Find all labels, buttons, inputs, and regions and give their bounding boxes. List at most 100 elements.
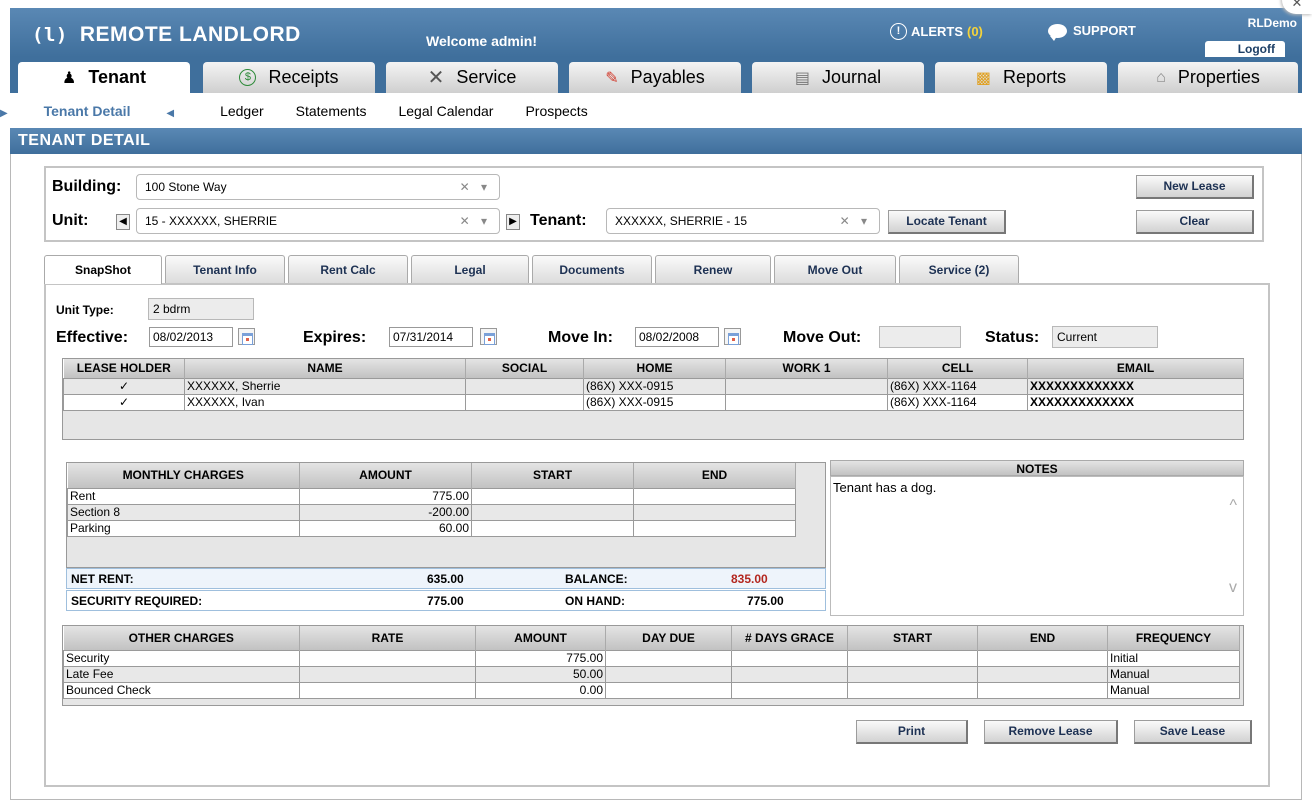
person-icon: ♟ [61,69,77,87]
calendar-icon[interactable] [480,328,497,345]
tools-icon: ✕ [427,67,445,89]
table-row[interactable]: Section 8 -200.00 [67,503,796,521]
tenant-select[interactable]: XXXXXX, SHERRIE - 15 ✕ ▾ [606,208,880,234]
username: RLDemo [1247,16,1297,30]
tab-reports[interactable]: ▩ Reports [935,62,1107,93]
app-name: REMOTE LANDLORD [79,23,301,46]
table-row[interactable]: Security 775.00 Initial [63,649,1240,667]
net-rent-label: NET RENT: [71,572,134,586]
security-row: SECURITY REQUIRED: 775.00 ON HAND: 775.0… [66,590,826,611]
security-required-label: SECURITY REQUIRED: [71,594,203,608]
building-label: Building: [52,178,122,195]
alerts-link[interactable]: ! ALERTS (0) [890,23,983,40]
lease-holders-table: LEASE HOLDER NAME SOCIAL HOME WORK 1 CEL… [62,358,1244,440]
status-value: Current [1052,326,1158,348]
clear-chevron-icon[interactable]: ✕ ▾ [840,209,871,233]
on-hand-label: ON HAND: [565,594,625,608]
support-link[interactable]: SUPPORT [1048,23,1136,41]
tab-service[interactable]: ✕ Service [386,62,558,93]
table-row[interactable]: ✓ XXXXXX, Ivan (86X) XXX-0915 (86X) XXX-… [63,393,1244,411]
dollar-icon: $ [239,69,257,86]
unit-type-value: 2 bdrm [148,298,254,320]
alert-icon: ! [890,23,907,40]
net-rent-value: 635.00 [427,572,464,586]
prev-unit-icon[interactable]: ◀ [116,214,130,230]
tab-tenant[interactable]: ♟ Tenant [18,62,190,93]
effective-date-input[interactable]: 08/02/2013 [149,327,233,347]
graph-icon: ▤ [794,69,811,87]
scroll-down-icon[interactable]: v [1229,579,1237,597]
unit-select[interactable]: 15 - XXXXXX, SHERRIE ✕ ▾ [136,208,500,234]
check-icon: ✓ [63,393,185,411]
clear-button[interactable]: Clear [1136,210,1254,234]
clear-chevron-icon[interactable]: ✕ ▾ [460,209,491,233]
tab-service[interactable]: Service (2) [899,255,1019,283]
expires-date-input[interactable]: 07/31/2014 [389,327,473,347]
table-header-row: OTHER CHARGES RATE AMOUNT DAY DUE # DAYS… [63,626,1240,650]
table-row[interactable]: Parking 60.00 [67,519,796,537]
new-lease-button[interactable]: New Lease [1136,175,1254,199]
save-lease-button[interactable]: Save Lease [1134,720,1252,744]
next-unit-icon[interactable]: ▶ [506,214,520,230]
logo-icon: (l) [32,24,68,46]
app-header: (l) REMOTE LANDLORD Welcome admin! ! ALE… [10,8,1302,57]
move-in-date-input[interactable]: 08/02/2008 [635,327,719,347]
pen-icon: ✎ [605,69,619,87]
logoff-button[interactable]: Logoff [1205,41,1285,57]
net-rent-row: NET RENT: 635.00 BALANCE: 835.00 [66,568,826,589]
selection-box: Building: 100 Stone Way ✕ ▾ New Lease Un… [44,166,1264,242]
tab-documents[interactable]: Documents [532,255,652,283]
subnav-legal-calendar[interactable]: Legal Calendar [398,103,493,119]
calendar-icon[interactable] [238,328,255,345]
notes-textarea[interactable]: Tenant has a dog. ^ v [830,476,1244,616]
expires-label: Expires: [303,329,367,346]
tenant-label: Tenant: [530,212,587,229]
effective-label: Effective: [56,329,129,346]
subnav-prospects[interactable]: Prospects [525,103,587,119]
balance-value: 835.00 [731,572,768,586]
tab-move-out[interactable]: Move Out [774,255,896,283]
table-row[interactable]: Rent 775.00 [67,487,796,505]
move-in-label: Move In: [548,329,613,346]
tab-payables[interactable]: ✎ Payables [569,62,741,93]
scroll-up-icon[interactable]: ^ [1229,497,1237,515]
tab-renew[interactable]: Renew [655,255,771,283]
section-title: TENANT DETAIL [10,128,1302,154]
move-out-value [879,326,961,348]
calendar-icon[interactable] [724,328,741,345]
alerts-count: (0) [967,24,983,39]
security-required-value: 775.00 [427,594,464,608]
arrow-right-icon: ▶ [0,108,8,119]
other-charges-table: OTHER CHARGES RATE AMOUNT DAY DUE # DAYS… [62,625,1244,706]
tab-rent-calc[interactable]: Rent Calc [288,255,408,283]
subnav-tenant-detail[interactable]: ▶ Tenant Detail ◀ [0,103,206,119]
notes-header: NOTES [830,460,1244,476]
table-row[interactable]: Late Fee 50.00 Manual [63,665,1240,683]
welcome-text: Welcome admin! [426,33,537,49]
table-row[interactable]: Bounced Check 0.00 Manual [63,681,1240,699]
unit-type-label: Unit Type: [56,303,114,317]
chat-bubble-icon [1048,23,1067,41]
unit-label: Unit: [52,212,89,229]
balance-label: BALANCE: [565,572,628,586]
tab-legal[interactable]: Legal [411,255,529,283]
check-icon: ✓ [63,377,185,395]
on-hand-value: 775.00 [747,594,784,608]
subnav-ledger[interactable]: Ledger [220,103,264,119]
table-header-row: MONTHLY CHARGES AMOUNT START END [67,463,796,488]
tab-receipts[interactable]: $ Receipts [203,62,375,93]
subnav-statements[interactable]: Statements [296,103,367,119]
locate-tenant-button[interactable]: Locate Tenant [888,210,1006,234]
main-tab-bar: ♟ Tenant $ Receipts ✕ Service ✎ Payables… [10,57,1302,93]
print-button[interactable]: Print [856,720,968,744]
tab-snapshot[interactable]: SnapShot [44,255,162,284]
tab-tenant-info[interactable]: Tenant Info [165,255,285,283]
table-row[interactable]: ✓ XXXXXX, Sherrie (86X) XXX-0915 (86X) X… [63,377,1244,395]
tab-journal[interactable]: ▤ Journal [752,62,924,93]
app-logo: (l) REMOTE LANDLORD [32,23,301,47]
tab-properties[interactable]: ⌂ Properties [1118,62,1298,93]
arrow-left-icon: ◀ [166,108,175,119]
remove-lease-button[interactable]: Remove Lease [984,720,1118,744]
building-select[interactable]: 100 Stone Way ✕ ▾ [136,174,500,200]
clear-chevron-icon[interactable]: ✕ ▾ [460,175,491,199]
